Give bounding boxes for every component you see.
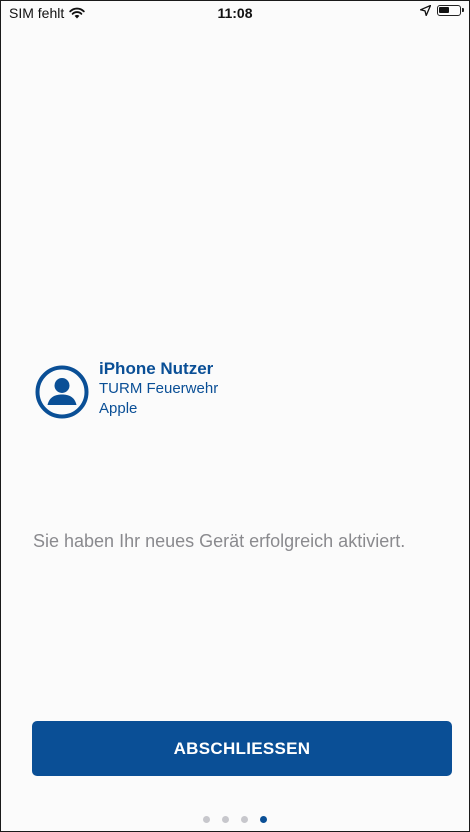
page-indicator (1, 816, 469, 823)
page-dot[interactable] (203, 816, 210, 823)
status-icons (420, 5, 464, 16)
user-circle-icon (35, 365, 89, 419)
user-name: iPhone Nutzer (99, 359, 214, 378)
page-dot-active[interactable] (260, 816, 267, 823)
status-bar: SIM fehlt 11:08 (1, 1, 469, 27)
user-card: iPhone Nutzer TURM Feuerwehr Apple (35, 359, 218, 419)
battery-icon (437, 5, 464, 16)
app-screen: SIM fehlt 11:08 iPhone Nutzer TURM Feuer… (0, 0, 470, 832)
page-dot[interactable] (222, 816, 229, 823)
user-organization: TURM Feuerwehr (99, 380, 219, 397)
status-time: 11:08 (217, 5, 253, 21)
user-device: Apple (99, 400, 138, 417)
finish-button[interactable]: ABSCHLIESSEN (32, 721, 452, 776)
location-icon (420, 5, 431, 16)
page-dot[interactable] (241, 816, 248, 823)
activation-message: Sie haben Ihr neues Gerät erfolgreich ak… (33, 531, 406, 551)
user-details: iPhone Nutzer TURM Feuerwehr Apple (99, 359, 218, 419)
